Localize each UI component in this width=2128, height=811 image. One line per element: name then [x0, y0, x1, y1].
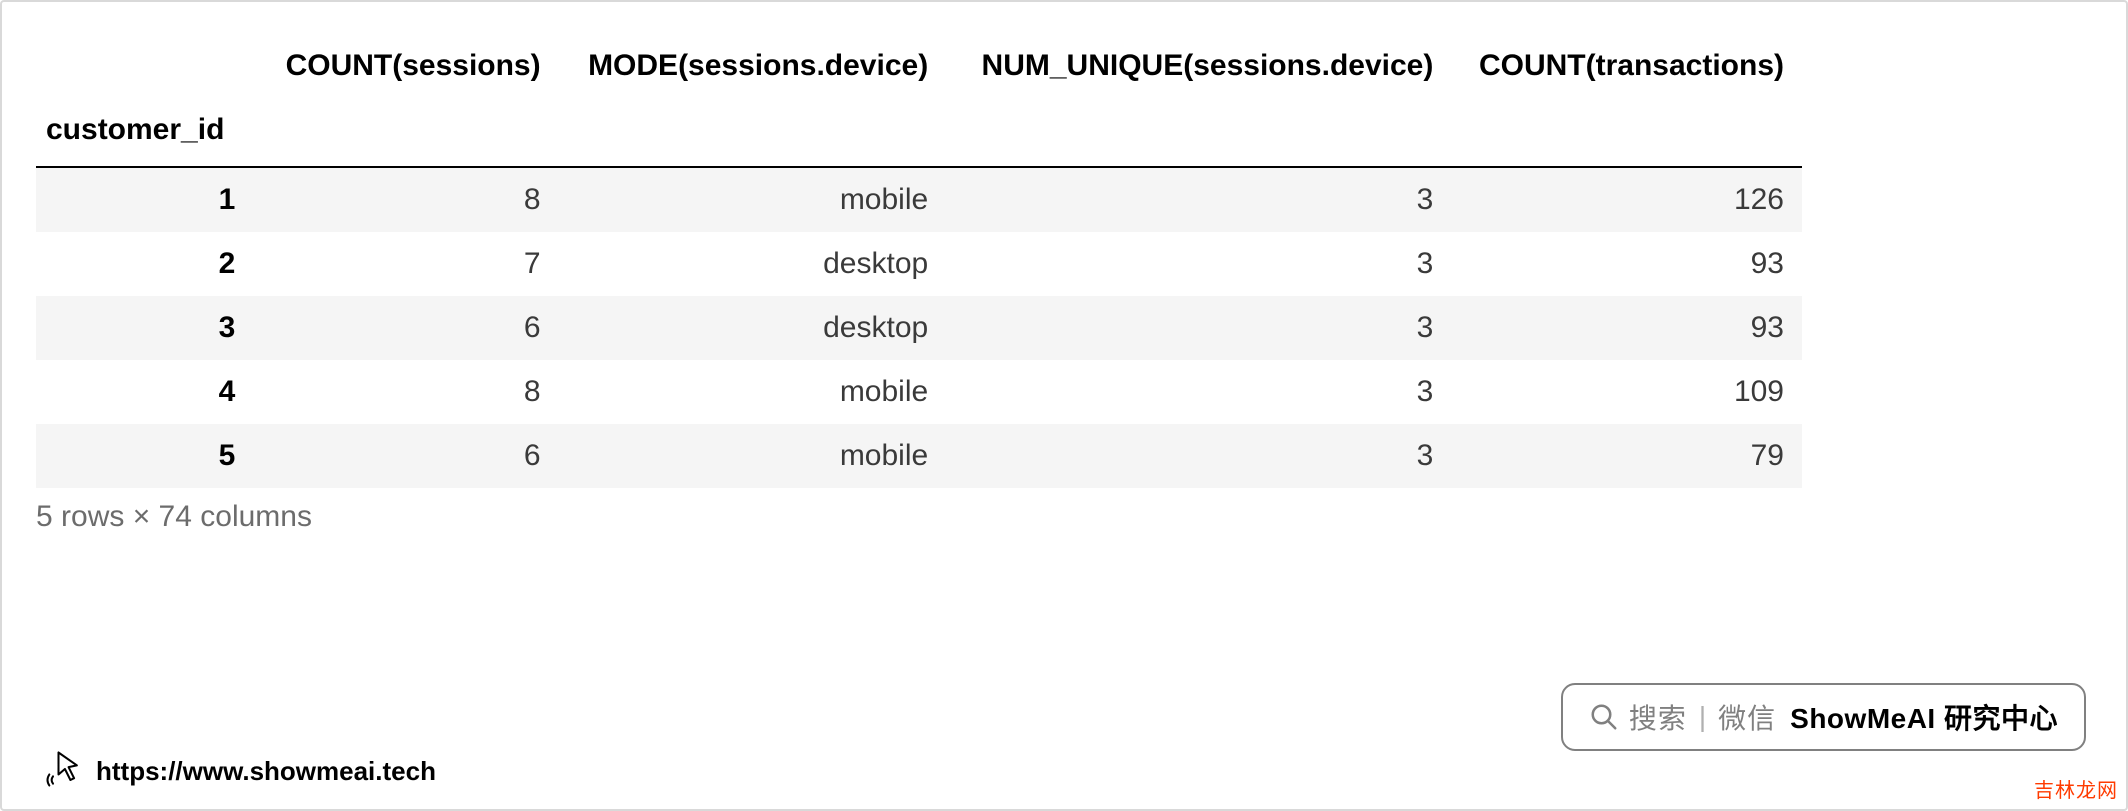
- table-header-row: COUNT(sessions) MODE(sessions.device) NU…: [36, 30, 1802, 102]
- watermark-wechat-label: 微信: [1718, 697, 1776, 737]
- table-index-name-row: customer_id: [36, 102, 1802, 167]
- dataframe-shape-text: 5 rows × 74 columns: [36, 500, 2092, 534]
- table-row: 2 7 desktop 3 93: [36, 232, 1802, 296]
- table-cell: desktop: [559, 296, 947, 360]
- dataframe-table: COUNT(sessions) MODE(sessions.device) NU…: [36, 30, 1802, 488]
- table-row: 4 8 mobile 3 109: [36, 360, 1802, 424]
- table-cell: desktop: [559, 232, 947, 296]
- search-icon: [1589, 702, 1619, 732]
- watermark-badge: 搜索 | 微信 ShowMeAI 研究中心: [1561, 683, 2086, 751]
- row-index: 5: [36, 424, 253, 488]
- watermark-brand: ShowMeAI 研究中心: [1790, 697, 2058, 737]
- page-frame: COUNT(sessions) MODE(sessions.device) NU…: [0, 0, 2128, 811]
- table-header: COUNT(transactions): [1451, 30, 1802, 102]
- table-cell: 93: [1451, 232, 1802, 296]
- watermark-divider: |: [1697, 701, 1708, 733]
- footer-url: https://www.showmeai.tech: [96, 756, 436, 787]
- table-header: MODE(sessions.device): [559, 30, 947, 102]
- table-cell: 109: [1451, 360, 1802, 424]
- table-cell: 93: [1451, 296, 1802, 360]
- table-row: 5 6 mobile 3 79: [36, 424, 1802, 488]
- table-cell: 3: [946, 232, 1451, 296]
- table-cell: 126: [1451, 167, 1802, 232]
- watermark-search-label: 搜索: [1629, 697, 1687, 737]
- table-cell: mobile: [559, 424, 947, 488]
- table-cell: 3: [946, 360, 1451, 424]
- table-header: NUM_UNIQUE(sessions.device): [946, 30, 1451, 102]
- row-index: 3: [36, 296, 253, 360]
- table-row: 3 6 desktop 3 93: [36, 296, 1802, 360]
- table-cell: 79: [1451, 424, 1802, 488]
- table-cell: 3: [946, 296, 1451, 360]
- table-cell: 7: [253, 232, 558, 296]
- table-index-name: customer_id: [36, 102, 253, 167]
- table-cell: mobile: [559, 167, 947, 232]
- row-index: 2: [36, 232, 253, 296]
- corner-badge: 吉林龙网: [2034, 774, 2118, 803]
- table-cell: 8: [253, 360, 558, 424]
- cursor-click-icon: [42, 747, 86, 791]
- table-row: 1 8 mobile 3 126: [36, 167, 1802, 232]
- table-header-blank: [36, 30, 253, 102]
- row-index: 4: [36, 360, 253, 424]
- table-cell: 3: [946, 424, 1451, 488]
- table-cell: 3: [946, 167, 1451, 232]
- table-header: COUNT(sessions): [253, 30, 558, 102]
- table-cell: 6: [253, 424, 558, 488]
- table-cell: 6: [253, 296, 558, 360]
- row-index: 1: [36, 167, 253, 232]
- table-cell: 8: [253, 167, 558, 232]
- table-cell: mobile: [559, 360, 947, 424]
